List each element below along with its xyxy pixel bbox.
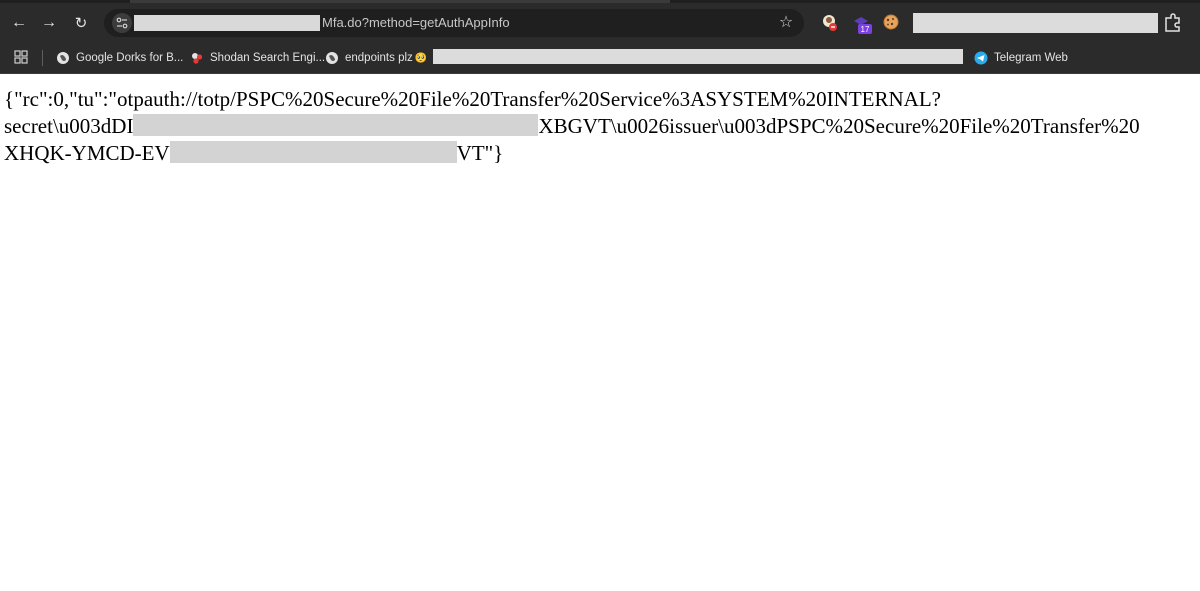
response-text: secret\u003dDI bbox=[4, 114, 134, 138]
response-line-2: secret\u003dDI XBGVT\u0026issuer\u003dPSP… bbox=[4, 113, 1200, 140]
active-tab-edge[interactable] bbox=[130, 0, 670, 3]
bookmark-label: Shodan Search Engi... bbox=[210, 52, 326, 64]
response-line-1: {"rc":0,"tu":"otpauth://totp/PSPC%20Secu… bbox=[4, 86, 1200, 113]
browser-toolbar: ← → ↻ Mfa.do?method=getAuthAppInfo ☆ 17 bbox=[0, 0, 1200, 42]
bookmark-endpoints[interactable]: endpoints plz 🥺 bbox=[325, 48, 427, 68]
bookmarks-separator bbox=[42, 50, 43, 66]
response-line-3: XHQK-YMCD-EV VT"} bbox=[4, 140, 1200, 167]
secret-redaction bbox=[133, 114, 539, 136]
bookmark-star-button[interactable]: ☆ bbox=[776, 13, 796, 33]
globe-icon bbox=[57, 52, 69, 64]
tune-icon bbox=[116, 17, 128, 29]
url-text[interactable]: Mfa.do?method=getAuthAppInfo bbox=[322, 15, 510, 31]
cookie-extension-icon[interactable] bbox=[882, 13, 902, 33]
forward-button[interactable]: → bbox=[38, 12, 60, 34]
back-button[interactable]: ← bbox=[8, 12, 30, 34]
secret-redaction bbox=[169, 141, 457, 163]
shodan-icon bbox=[192, 53, 203, 64]
bookmark-telegram-web[interactable]: Telegram Web bbox=[974, 48, 1068, 68]
bookmark-label: Telegram Web bbox=[994, 52, 1068, 64]
bookmarks-redaction bbox=[433, 49, 963, 64]
star-icon: ☆ bbox=[778, 14, 794, 31]
globe-icon bbox=[326, 52, 338, 64]
response-text: XHQK-YMCD-EV bbox=[4, 141, 170, 165]
bookmark-label: Google Dorks for B... bbox=[76, 52, 184, 64]
chef-hat-extension-icon[interactable] bbox=[820, 13, 840, 33]
reload-icon: ↻ bbox=[74, 14, 88, 32]
response-text: {"rc":0,"tu":"otpauth://totp/PSPC%20Secu… bbox=[4, 87, 941, 111]
site-info-button[interactable] bbox=[112, 13, 132, 33]
bookmark-google-dorks[interactable]: Google Dorks for B... bbox=[56, 48, 183, 68]
telegram-icon bbox=[974, 51, 988, 65]
response-text: XBGVT\u0026issuer\u003dPSPC%20Secure%20F… bbox=[538, 114, 1140, 138]
url-host-redaction bbox=[134, 15, 320, 31]
bookmark-shodan[interactable]: Shodan Search Engi... bbox=[190, 48, 325, 68]
tab-strip bbox=[0, 0, 1200, 3]
bookmark-label: endpoints plz bbox=[345, 52, 413, 64]
profile-area-redaction bbox=[913, 13, 1158, 33]
svg-text:17: 17 bbox=[861, 25, 870, 34]
page-body: {"rc":0,"tu":"otpauth://totp/PSPC%20Secu… bbox=[4, 86, 1200, 167]
badge-extension-icon[interactable]: 17 bbox=[852, 13, 872, 34]
arrow-right-icon: → bbox=[41, 14, 57, 31]
puzzle-icon bbox=[1165, 13, 1180, 32]
chrome-menu-button[interactable] bbox=[1162, 12, 1184, 34]
address-bar[interactable]: Mfa.do?method=getAuthAppInfo ☆ bbox=[104, 9, 804, 37]
pleading-face-emoji: 🥺 bbox=[414, 52, 428, 64]
apps-grid-icon[interactable] bbox=[14, 50, 28, 64]
reload-button[interactable]: ↻ bbox=[70, 12, 92, 34]
arrow-left-icon: ← bbox=[11, 14, 27, 31]
response-text: VT"} bbox=[456, 141, 504, 165]
